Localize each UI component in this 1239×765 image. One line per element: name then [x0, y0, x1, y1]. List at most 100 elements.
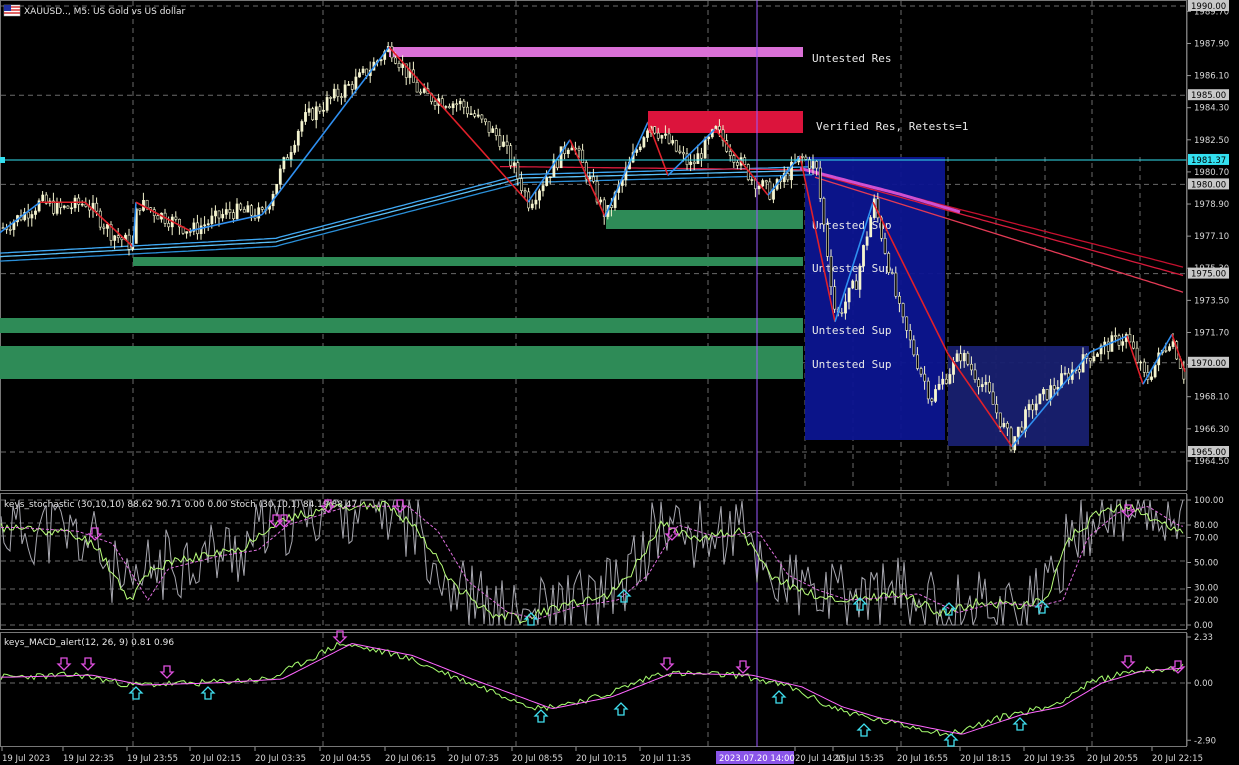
candle-body	[318, 106, 322, 112]
candle-body	[458, 100, 462, 105]
candle-body	[1024, 409, 1027, 432]
candle-body	[286, 157, 289, 160]
candle-body	[480, 114, 484, 120]
candle-body	[988, 381, 991, 393]
candle-body	[8, 229, 12, 231]
candle-body	[1006, 423, 1009, 429]
candle-body	[980, 384, 984, 388]
candle-body	[1027, 404, 1031, 411]
candle-body	[588, 176, 592, 180]
candle-body	[1045, 389, 1049, 400]
candle-body	[433, 101, 437, 106]
candle-body	[1114, 335, 1117, 337]
candle-body	[1031, 404, 1035, 411]
candle-body	[995, 404, 999, 414]
candle-body	[1016, 426, 1020, 437]
time-tick-label: 19 Jul 2023	[2, 754, 50, 764]
crosshair-time-label: 2023.07.20 14:00	[719, 754, 795, 764]
candle-body	[898, 295, 901, 304]
candle-body	[419, 91, 423, 94]
candle-body	[937, 383, 941, 390]
candle-body	[548, 176, 552, 179]
price-tag-label: 1975.00	[1191, 270, 1226, 280]
candle-body	[347, 84, 351, 86]
candle-body	[95, 202, 99, 212]
candle-body	[808, 159, 811, 169]
zone-untested-res	[389, 47, 803, 57]
candle-body	[1020, 426, 1024, 432]
candle-body	[966, 352, 970, 365]
candle-body	[228, 209, 232, 213]
candle-body	[1042, 389, 1045, 395]
candle-body	[689, 161, 693, 165]
candle-body	[41, 194, 45, 202]
candle-body	[1150, 376, 1153, 380]
candle-body	[206, 223, 210, 226]
candle-body	[736, 162, 739, 166]
chart-window[interactable]: Untested Res Verified Res, Retests=1 Unt…	[0, 0, 1239, 765]
candle-body	[1092, 356, 1096, 362]
candle-body	[397, 63, 401, 68]
candle-body	[26, 211, 30, 219]
candle-body	[210, 215, 214, 224]
stochastic-tick-label: 100.00	[1194, 496, 1224, 506]
candle-body	[829, 256, 833, 288]
candle-body	[703, 138, 707, 159]
macd-tick-label: 2.33	[1194, 633, 1213, 643]
stochastic-tick-label: 50.00	[1194, 559, 1218, 569]
candle-body	[250, 205, 253, 216]
candle-body	[916, 354, 919, 369]
candle-body	[757, 185, 761, 190]
candle-body	[1078, 369, 1081, 373]
candle-body	[858, 265, 862, 290]
time-tick-label: 19 Jul 23:55	[127, 754, 178, 764]
price-tick-label: 1977.10	[1194, 232, 1229, 242]
candle-body	[30, 214, 34, 219]
candle-body	[502, 141, 505, 147]
candle-body	[1063, 372, 1067, 375]
time-tick-label: 20 Jul 07:35	[448, 754, 499, 764]
candle-body	[854, 280, 858, 290]
stochastic-tick-label: 20.00	[1194, 596, 1218, 606]
candle-body	[1034, 403, 1038, 411]
price-tag-label: 1970.00	[1191, 359, 1226, 369]
candle-body	[941, 378, 945, 385]
candle-body	[235, 203, 239, 219]
stochastic-tick-label: 0.00	[1194, 621, 1213, 631]
chart-flag-icon	[3, 4, 21, 17]
price-tag-label: 1965.00	[1191, 448, 1226, 458]
candle-body	[955, 353, 959, 362]
candle-body	[991, 391, 995, 405]
time-tick-label: 20 Jul 18:15	[960, 754, 1011, 764]
candle-body	[332, 88, 336, 99]
time-tick-label: 20 Jul 19:35	[1024, 754, 1075, 764]
candle-body	[80, 203, 84, 206]
candle-body	[653, 126, 657, 134]
candle-body	[1135, 347, 1139, 363]
candle-body	[300, 121, 304, 132]
candle-body	[682, 152, 685, 155]
candle-body	[944, 378, 948, 384]
candle-body	[116, 235, 120, 239]
candle-body	[448, 106, 451, 109]
candle-body	[840, 312, 844, 314]
candle-body	[811, 161, 815, 169]
candle-body	[113, 235, 117, 241]
candle-body	[959, 353, 963, 362]
candle-body	[656, 132, 660, 139]
candle-body	[34, 210, 37, 215]
candle-body	[260, 207, 264, 210]
candle-body	[1049, 385, 1053, 400]
candle-body	[1002, 423, 1006, 428]
candle-body	[1171, 341, 1175, 347]
candle-body	[786, 173, 790, 181]
candle-body	[674, 140, 678, 152]
candle-body	[138, 208, 142, 211]
candle-body	[487, 121, 491, 133]
candle-body	[156, 215, 160, 220]
candle-body	[545, 177, 549, 186]
candle-body	[451, 103, 455, 109]
candle-body	[473, 113, 477, 117]
candle-body	[1052, 385, 1056, 390]
price-tag-label: 1981.37	[1191, 156, 1226, 166]
